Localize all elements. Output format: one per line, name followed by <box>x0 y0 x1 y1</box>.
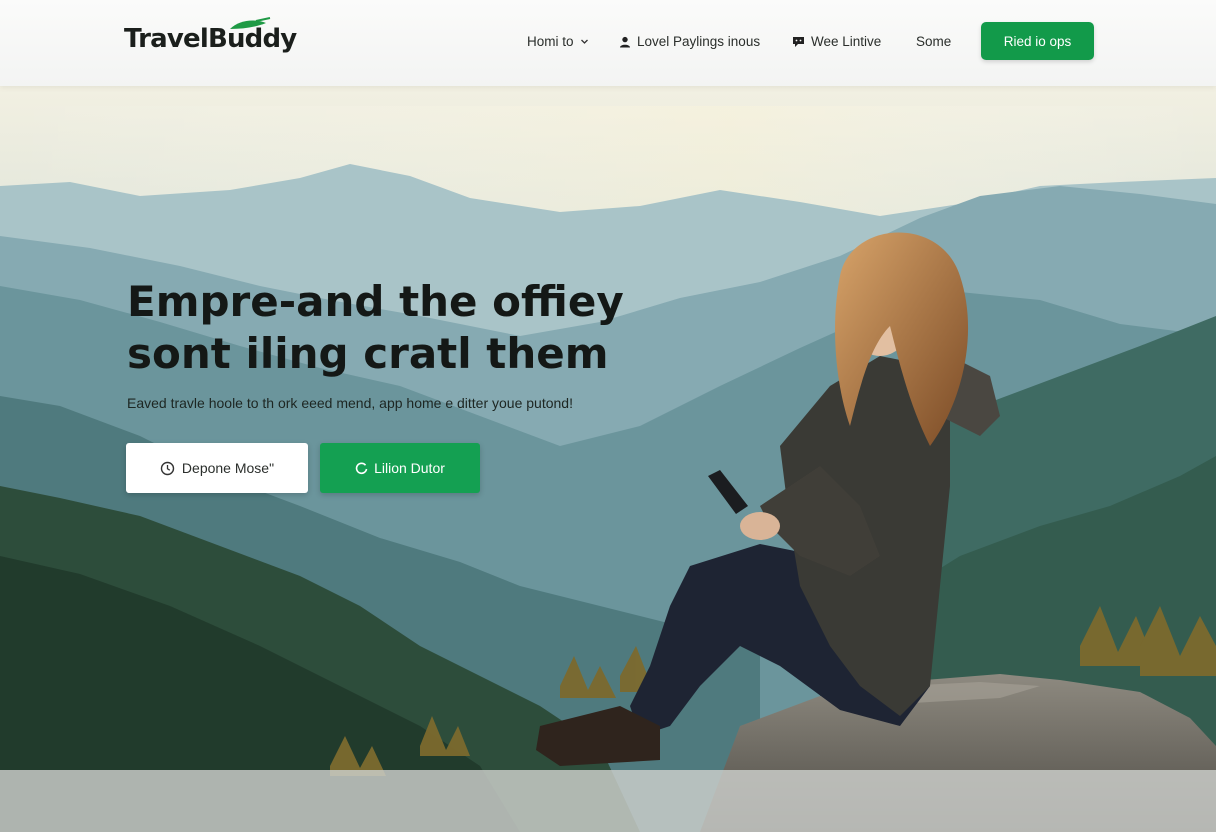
headline-line: Empre-and the offiey <box>127 277 624 326</box>
primary-hero-button-label: Depone Mose" <box>181 460 275 476</box>
site-header: TravelBuddy Homi to Lovel Paylings inous <box>0 0 1216 86</box>
primary-hero-button[interactable]: Depone Mose" <box>126 443 308 493</box>
secondary-hero-button[interactable]: Lilion Dutor <box>320 443 480 493</box>
nav-item-label: Wee Lintive <box>811 34 882 49</box>
secondary-hero-button-label: Lilion Dutor <box>374 460 445 476</box>
landing-page: TravelBuddy Homi to Lovel Paylings inous <box>0 0 1216 832</box>
nav-item-label: Homi to <box>527 34 574 49</box>
bottom-overlay-band <box>0 770 1216 832</box>
hero-headline: Empre-and the offiey sont iling cratl th… <box>127 276 687 380</box>
user-icon <box>620 36 630 47</box>
get-app-button[interactable]: Ried io ops <box>981 22 1094 60</box>
hero-subtext: Eaved travle hoole to th ork eeed mend, … <box>127 395 573 411</box>
refresh-icon <box>355 462 368 474</box>
leaf-icon <box>230 17 271 29</box>
nav-item-label: Lovel Paylings inous <box>637 34 761 49</box>
chat-bubble-icon <box>793 37 804 47</box>
chevron-down-icon <box>580 39 588 44</box>
headline-line: sont iling cratl them <box>127 329 609 378</box>
nav-item-home[interactable]: Homi to <box>527 34 589 49</box>
nav-item-lintive[interactable]: Wee Lintive <box>792 34 881 49</box>
nav-item-label: Some <box>916 34 952 49</box>
clock-icon <box>160 461 175 475</box>
nav-item-paylings[interactable]: Lovel Paylings inous <box>619 34 760 49</box>
nav-item-some[interactable]: Some <box>916 34 951 49</box>
